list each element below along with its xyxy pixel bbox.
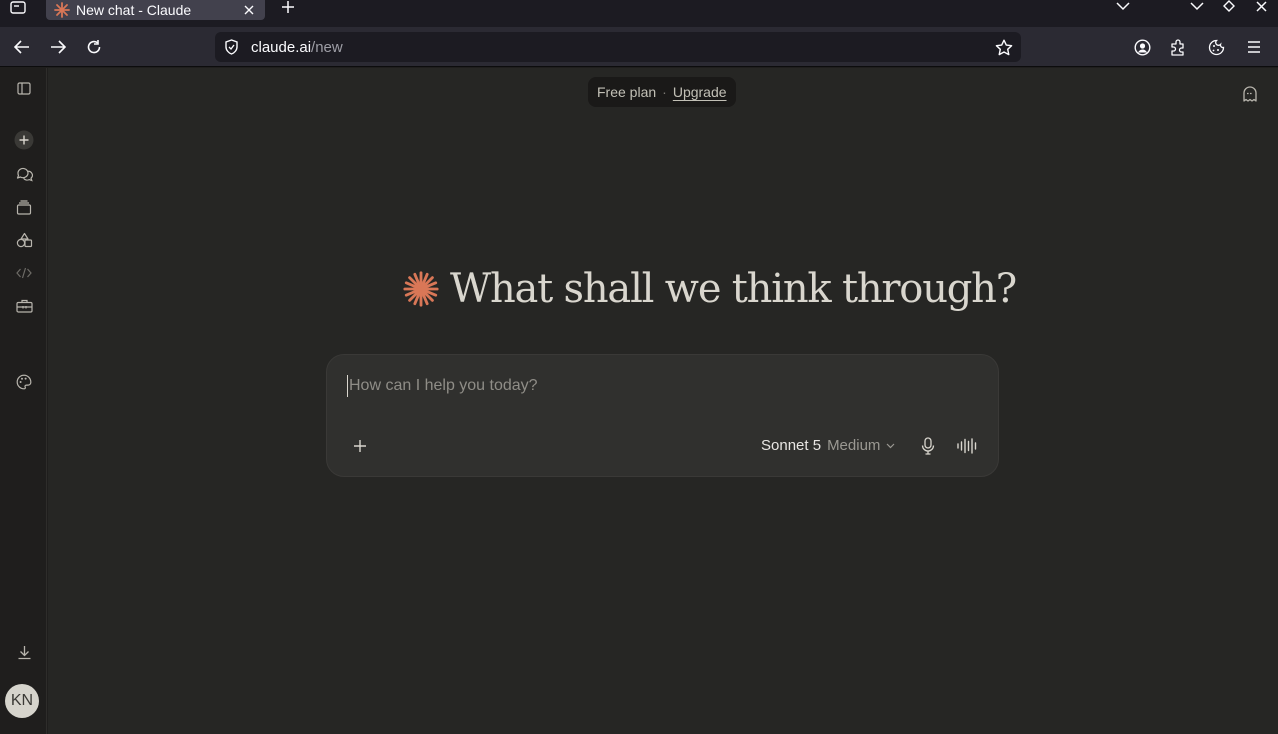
plan-badge: Free plan · Upgrade bbox=[588, 77, 736, 107]
extensions-icon[interactable] bbox=[1166, 35, 1190, 59]
main-content: Free plan · Upgrade What shall we think … bbox=[48, 68, 1278, 734]
greeting: What shall we think through? bbox=[374, 266, 1044, 312]
incognito-ghost-icon[interactable] bbox=[1238, 82, 1262, 106]
plan-separator: · bbox=[662, 84, 667, 100]
new-tab-icon[interactable] bbox=[278, 0, 298, 14]
chevron-down-icon bbox=[886, 443, 895, 448]
plan-label: Free plan bbox=[597, 84, 657, 100]
palette-icon[interactable] bbox=[12, 370, 36, 394]
maximize-icon[interactable] bbox=[1222, 0, 1236, 12]
claude-spark-icon bbox=[403, 271, 439, 307]
list-all-tabs-icon[interactable] bbox=[1115, 0, 1131, 12]
forward-icon[interactable] bbox=[46, 35, 70, 59]
download-icon[interactable] bbox=[12, 640, 36, 664]
browser-tab-active[interactable]: New chat - Claude bbox=[46, 0, 265, 20]
sidebar-rail: KN bbox=[0, 68, 47, 734]
account-icon[interactable] bbox=[1130, 35, 1154, 59]
claude-favicon-icon bbox=[54, 2, 70, 18]
browser-nav-bar: claude.ai/new bbox=[0, 27, 1278, 67]
prompt-input[interactable]: How can I help you today? bbox=[347, 375, 967, 397]
url-path: /new bbox=[311, 38, 343, 56]
tab-close-icon[interactable] bbox=[241, 2, 257, 18]
greeting-heading: What shall we think through? bbox=[450, 266, 1017, 312]
upgrade-link[interactable]: Upgrade bbox=[673, 84, 727, 100]
back-icon[interactable] bbox=[10, 35, 34, 59]
sidebar-toggle-icon[interactable] bbox=[12, 76, 36, 100]
projects-icon[interactable] bbox=[12, 195, 36, 219]
artifacts-icon[interactable] bbox=[12, 228, 36, 252]
bookmark-star-icon[interactable] bbox=[995, 38, 1013, 56]
new-chat-icon[interactable] bbox=[12, 128, 36, 152]
user-avatar[interactable]: KN bbox=[5, 684, 39, 718]
voice-waveform-icon[interactable] bbox=[955, 435, 979, 457]
effort-label: Medium bbox=[827, 437, 881, 454]
tracking-protection-shield-icon[interactable] bbox=[223, 39, 239, 55]
model-name: Sonnet 5 bbox=[761, 437, 822, 454]
toolbox-icon[interactable] bbox=[12, 294, 36, 318]
chat-composer: How can I help you today? Sonnet 5 Mediu… bbox=[326, 354, 999, 477]
close-window-icon[interactable] bbox=[1254, 0, 1268, 12]
window-controls bbox=[1190, 0, 1268, 12]
url-text: claude.ai/new bbox=[251, 39, 995, 56]
model-selector[interactable]: Sonnet 5 Medium bbox=[761, 437, 895, 454]
plus-icon[interactable] bbox=[349, 435, 371, 457]
cookie-extension-icon[interactable] bbox=[1204, 35, 1228, 59]
app-menu-icon[interactable] bbox=[1242, 35, 1266, 59]
minimize-icon[interactable] bbox=[1190, 0, 1204, 12]
tab-title: New chat - Claude bbox=[76, 2, 192, 18]
chats-icon[interactable] bbox=[12, 162, 36, 186]
browser-tab-strip: New chat - Claude bbox=[0, 0, 1278, 27]
reload-icon[interactable] bbox=[82, 35, 106, 59]
microphone-icon[interactable] bbox=[917, 435, 939, 457]
code-icon[interactable] bbox=[12, 261, 36, 285]
url-host: claude.ai bbox=[251, 38, 312, 56]
tab-list-icon[interactable] bbox=[8, 0, 28, 14]
address-bar[interactable]: claude.ai/new bbox=[215, 32, 1021, 62]
